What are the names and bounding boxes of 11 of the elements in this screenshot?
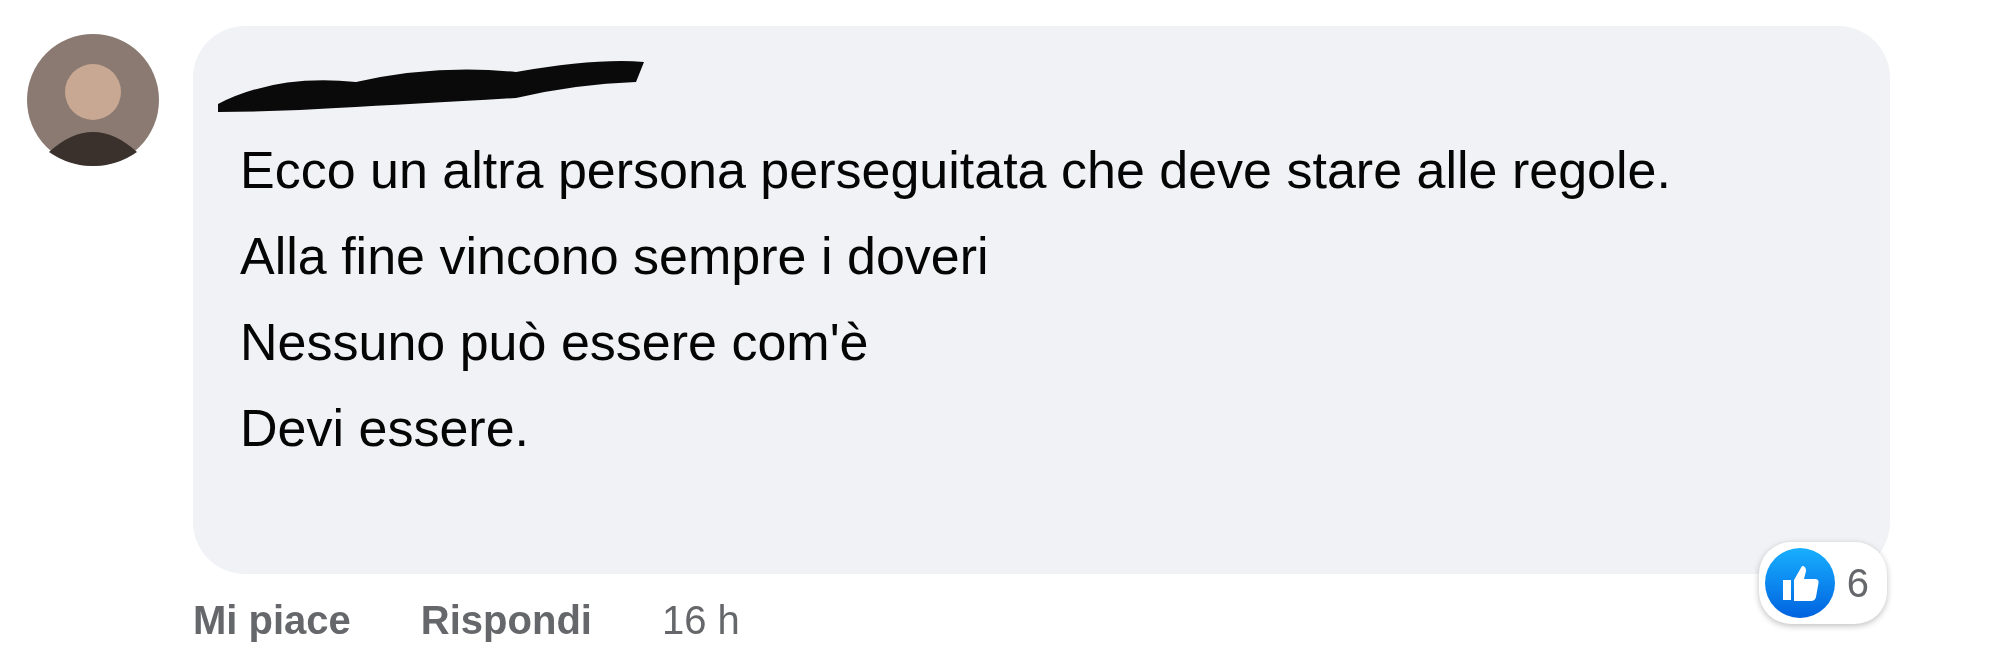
timestamp: 16 h <box>661 598 740 643</box>
comment-text: Ecco un altra persona perseguitata che deve stare alle regole. <box>240 140 1672 201</box>
avatar[interactable] <box>27 34 159 166</box>
action-link[interactable]: Rispondi <box>420 598 592 643</box>
comment-text: Devi essere. <box>240 398 530 459</box>
comment-text: Alla fine vincono sempre i doveri <box>240 226 990 287</box>
thumbs-up-icon <box>1764 548 1835 618</box>
action-link[interactable]: Mi piace <box>193 598 351 643</box>
comment-text: Nessuno può essere com'è <box>240 312 870 373</box>
reaction-badge[interactable]: 6 <box>1758 542 1887 624</box>
reaction-count: 6 <box>1846 560 1869 606</box>
